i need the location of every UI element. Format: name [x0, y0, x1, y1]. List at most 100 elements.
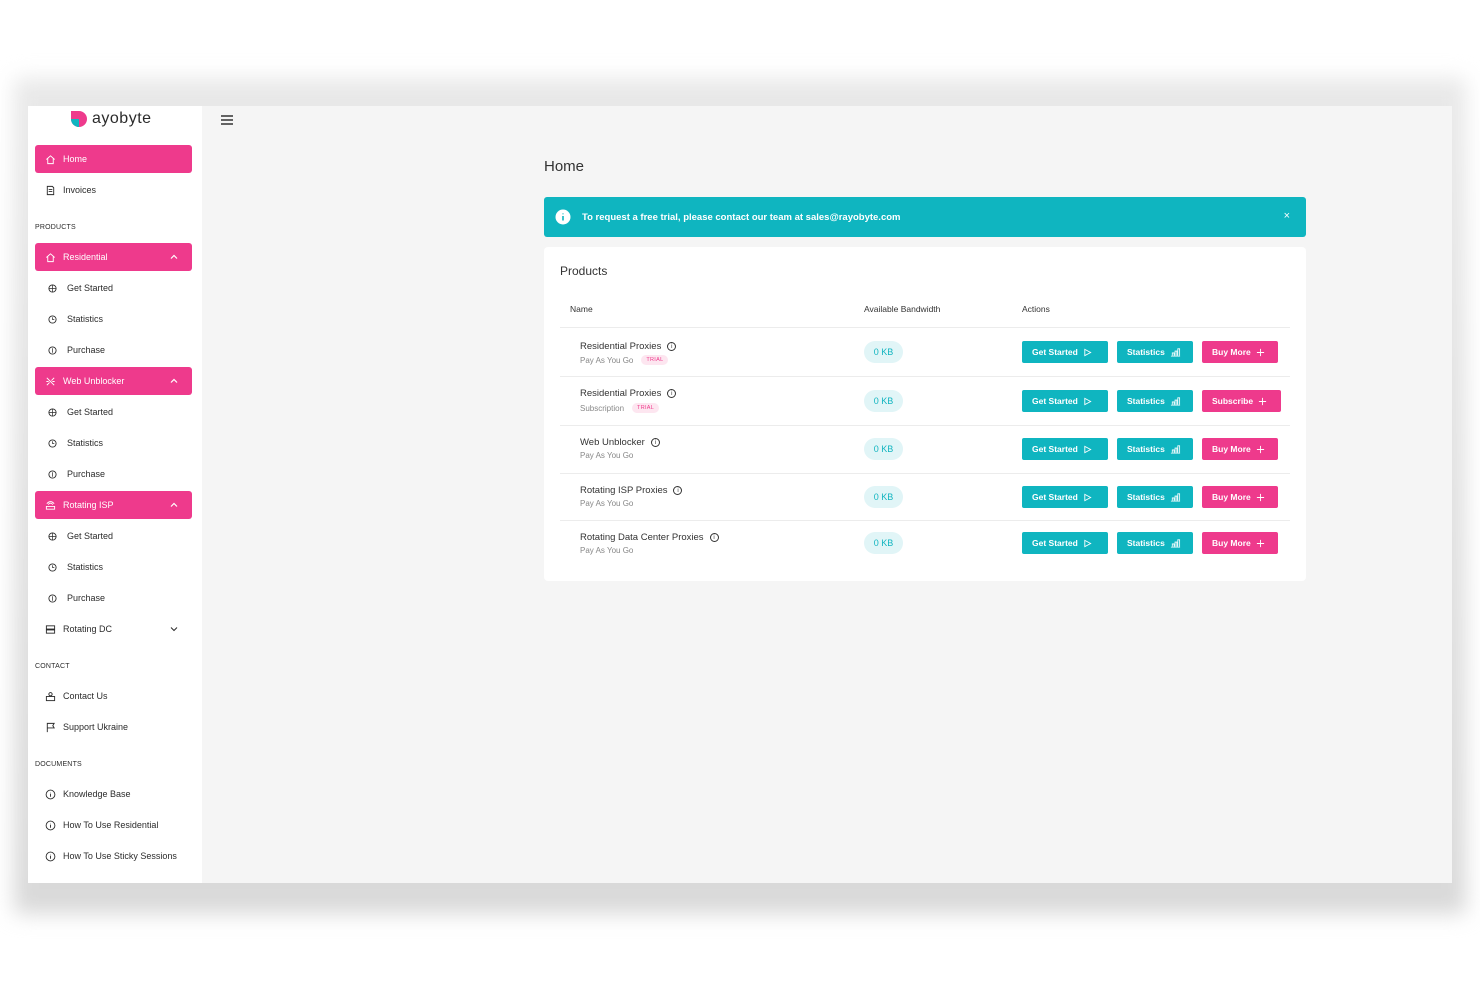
get-started-button[interactable]: Get Started [1022, 438, 1108, 460]
column-header-name: Name [570, 304, 593, 314]
bar-chart-icon [1170, 493, 1180, 502]
buy-more-button[interactable]: Buy More [1202, 438, 1278, 460]
get-started-button[interactable]: Get Started [1022, 486, 1108, 508]
sidebar-item-web-unblocker[interactable]: Web Unblocker [35, 367, 192, 395]
sidebar-item-label: Home [63, 154, 88, 164]
table-row: Rotating ISP Proxies i Pay As You Go 0 K… [560, 473, 1290, 521]
close-icon[interactable]: × [1284, 210, 1290, 222]
plus-icon [1256, 445, 1264, 453]
section-documents: DOCUMENTS [35, 761, 82, 768]
sidebar-item-how-to-use-residential[interactable]: How To Use Residential [35, 811, 192, 839]
column-header-actions: Actions [1022, 304, 1050, 314]
product-name: Residential Proxies i [580, 341, 677, 352]
product-name-text: Residential Proxies [580, 388, 662, 399]
get-started-button[interactable]: Get Started [1022, 390, 1108, 412]
bandwidth-badge: 0 KB [864, 438, 903, 460]
buy-more-button[interactable]: Buy More [1202, 532, 1278, 554]
sidebar-item-knowledge-base[interactable]: Knowledge Base [35, 780, 192, 808]
clock-icon [46, 561, 58, 573]
get-started-button[interactable]: Get Started [1022, 532, 1108, 554]
clock-icon [46, 437, 58, 449]
button-label: Buy More [1212, 492, 1251, 502]
globe-icon [46, 406, 58, 418]
statistics-button[interactable]: Statistics [1117, 532, 1193, 554]
sidebar-item-residential-purchase[interactable]: Purchase [35, 336, 192, 364]
sidebar-item-residential-get-started[interactable]: Get Started [35, 274, 192, 302]
globe-icon [46, 530, 58, 542]
menu-toggle-icon[interactable] [220, 113, 234, 125]
button-label: Subscribe [1212, 396, 1254, 406]
sidebar-item-label: Get Started [67, 531, 114, 541]
button-label: Get Started [1032, 396, 1078, 406]
statistics-button[interactable]: Statistics [1117, 438, 1193, 460]
sidebar-item-web-unblocker-purchase[interactable]: Purchase [35, 460, 192, 488]
info-icon[interactable]: i [673, 486, 683, 495]
sidebar-item-label: Residential [63, 252, 108, 262]
buy-more-button[interactable]: Buy More [1202, 486, 1278, 508]
product-plan-text: Pay As You Go [580, 355, 634, 365]
sidebar-item-residential[interactable]: Residential [35, 243, 192, 271]
brand-logo[interactable]: ayobyte [70, 110, 152, 128]
clock-icon [46, 313, 58, 325]
button-label: Get Started [1032, 492, 1078, 502]
sidebar-item-rotating-isp-statistics[interactable]: Statistics [35, 553, 192, 581]
button-label: Statistics [1127, 538, 1165, 548]
bandwidth-badge: 0 KB [864, 390, 903, 412]
section-products: PRODUCTS [35, 224, 76, 231]
product-plan-text: Subscription [580, 403, 625, 413]
statistics-button[interactable]: Statistics [1117, 390, 1193, 412]
dollar-icon [46, 592, 58, 604]
play-icon [1084, 445, 1092, 453]
sidebar-item-label: Contact Us [63, 691, 108, 701]
product-name: Rotating Data Center Proxies i [580, 532, 719, 543]
sidebar-item-contact-us[interactable]: Contact Us [35, 682, 192, 710]
sidebar-item-rotating-dc[interactable]: Rotating DC [35, 615, 192, 643]
info-icon[interactable]: i [709, 533, 719, 542]
dollar-icon [46, 344, 58, 356]
statistics-button[interactable]: Statistics [1117, 341, 1193, 363]
sidebar-item-label: Statistics [67, 438, 104, 448]
sidebar-item-web-unblocker-get-started[interactable]: Get Started [35, 398, 192, 426]
sidebar-item-rotating-isp[interactable]: Rotating ISP [35, 491, 192, 519]
sidebar-item-home[interactable]: Home [35, 145, 192, 173]
trial-badge: TRIAL [632, 403, 660, 413]
get-started-button[interactable]: Get Started [1022, 341, 1108, 363]
sidebar-item-web-unblocker-statistics[interactable]: Statistics [35, 429, 192, 457]
sidebar-item-label: Rotating ISP [63, 500, 114, 510]
sidebar-item-label: Rotating DC [63, 624, 113, 634]
statistics-button[interactable]: Statistics [1117, 486, 1193, 508]
sidebar-item-invoices[interactable]: Invoices [35, 176, 192, 204]
product-plan: Pay As You Go [580, 499, 633, 508]
button-label: Buy More [1212, 538, 1251, 548]
sidebar-item-label: Statistics [67, 314, 104, 324]
button-label: Statistics [1127, 492, 1165, 502]
sidebar-item-how-to-use-sticky-sessions[interactable]: How To Use Sticky Sessions [35, 842, 192, 870]
subscribe-button[interactable]: Subscribe [1202, 390, 1281, 412]
unblock-icon [44, 375, 56, 387]
sidebar-item-support-ukraine[interactable]: Support Ukraine [35, 713, 192, 741]
chevron-up-icon [168, 251, 180, 263]
products-card: Products Name Available Bandwidth Action… [544, 247, 1306, 581]
play-icon [1084, 493, 1092, 501]
sidebar-item-residential-statistics[interactable]: Statistics [35, 305, 192, 333]
home-icon [44, 153, 56, 165]
table-row: Rotating Data Center Proxies i Pay As Yo… [560, 520, 1290, 568]
sidebar-item-rotating-isp-purchase[interactable]: Purchase [35, 584, 192, 612]
info-icon[interactable]: i [667, 389, 677, 398]
info-icon[interactable]: i [667, 342, 677, 351]
plus-icon [1259, 397, 1267, 405]
chevron-down-icon [168, 623, 180, 635]
product-name: Web Unblocker i [580, 437, 660, 448]
products-title: Products [560, 264, 608, 278]
sidebar-item-rotating-isp-get-started[interactable]: Get Started [35, 522, 192, 550]
button-label: Get Started [1032, 444, 1078, 454]
play-icon [1084, 539, 1092, 547]
table-row: Residential Proxies i Pay As You Go TRIA… [560, 327, 1290, 375]
sidebar-item-label: Support Ukraine [63, 722, 129, 732]
table-row: Residential Proxies i Subscription TRIAL… [560, 376, 1290, 424]
info-icon[interactable]: i [650, 438, 660, 447]
button-label: Statistics [1127, 396, 1165, 406]
plus-icon [1256, 348, 1264, 356]
contact-icon [44, 690, 56, 702]
buy-more-button[interactable]: Buy More [1202, 341, 1278, 363]
